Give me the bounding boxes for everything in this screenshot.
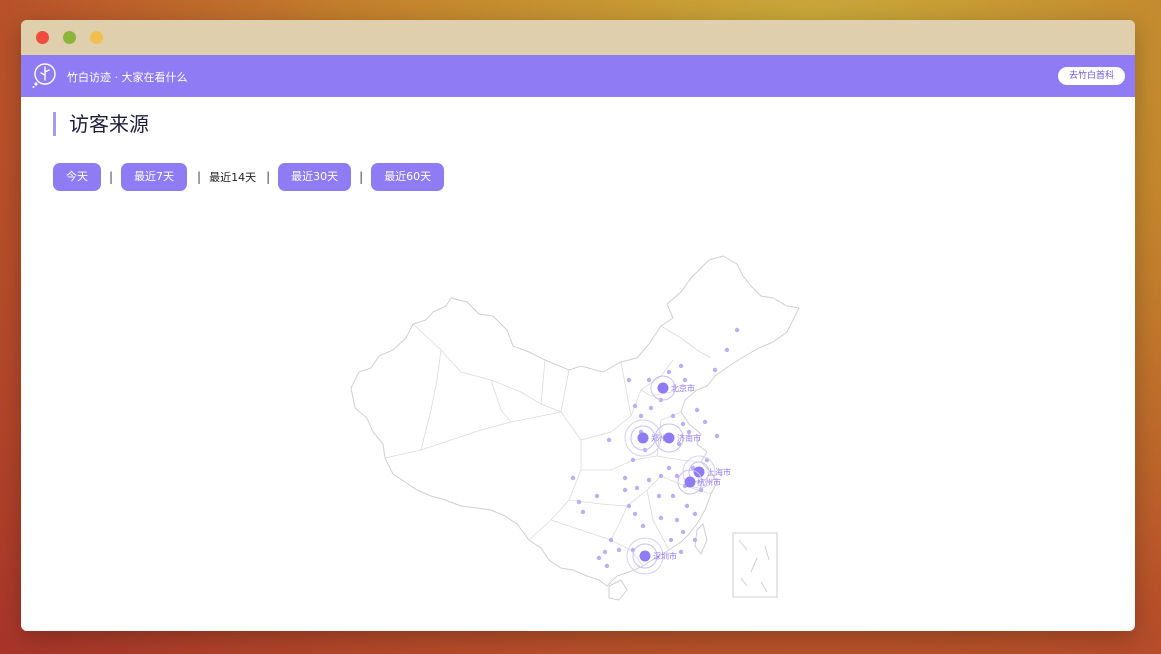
city-label: 上海市: [707, 467, 731, 477]
desktop-background: 竹白访迹 · 大家在看什么 去竹白首科 访客来源 今天 | 最近7天 | 最近1…: [0, 0, 1161, 654]
south-china-sea-inset: [732, 532, 778, 598]
visitor-origin-map[interactable]: 北京市 郑州市 济南市 上海市 杭州市 深圳市: [21, 20, 1135, 631]
city-label: 北京市: [671, 383, 695, 393]
hainan-island: [608, 579, 628, 601]
city-label: 杭州市: [697, 477, 721, 487]
city-label: 深圳市: [653, 551, 677, 561]
china-map-outline: [350, 255, 800, 587]
city-label: 济南市: [677, 433, 701, 443]
app-window: 竹白访迹 · 大家在看什么 去竹白首科 访客来源 今天 | 最近7天 | 最近1…: [21, 20, 1135, 631]
